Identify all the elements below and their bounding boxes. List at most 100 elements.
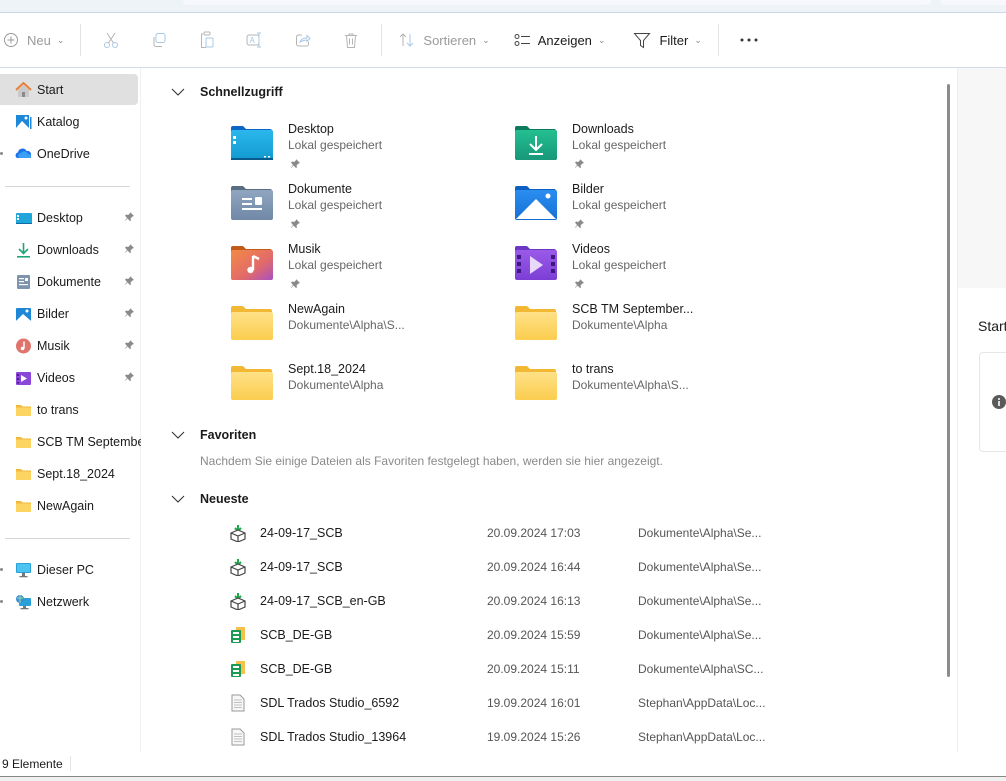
sidebar-item-musik[interactable]: Musik (0, 330, 138, 361)
expand-chevron-icon[interactable] (0, 568, 3, 571)
recent-file-date: 19.09.2024 15:26 (487, 730, 581, 744)
search-box[interactable] (940, 0, 1006, 5)
quick-access-item-location: Lokal gespeichert (288, 258, 383, 272)
recent-file-date: 20.09.2024 16:13 (487, 594, 581, 608)
scissors-icon (104, 32, 119, 48)
quick-access-item-videos[interactable]: Videos Lokal gespeichert (514, 242, 794, 301)
sidebar-item-scb-tm-september[interactable]: SCB TM September (0, 426, 149, 457)
desktop-folder-icon (15, 210, 32, 226)
paste-button[interactable] (183, 22, 231, 58)
sidebar-item-label: Videos (37, 370, 75, 385)
quick-access-item-musik[interactable]: Musik Lokal gespeichert (230, 242, 510, 301)
filter-button[interactable]: Filter ⌄ (627, 22, 707, 58)
recent-file-name: 24-09-17_SCB (260, 560, 343, 574)
cut-button[interactable] (87, 22, 135, 58)
more-dots-icon (740, 38, 758, 42)
recent-file-row[interactable]: 24-09-17_SCB 20.09.2024 16:44 Dokumente\Al… (226, 550, 846, 584)
gallery-icon (15, 114, 32, 130)
recent-file-row[interactable]: 24-09-17_SCB 20.09.2024 17:03 Dokumente\Al… (226, 516, 846, 550)
sidebar-item-videos[interactable]: Videos (0, 362, 138, 393)
recent-file-row[interactable]: SCB_DE-GB 20.09.2024 15:11 Dokumente\Alpha… (226, 652, 846, 686)
new-button[interactable]: Neu ⌄ (0, 22, 70, 58)
sidebar-item-label: Start (37, 82, 64, 97)
folder-icon (15, 434, 32, 450)
quick-access-item-downloads[interactable]: Downloads Lokal gespeichert (514, 122, 794, 181)
trash-icon (345, 33, 358, 48)
sidebar-item-dieser-pc[interactable]: Dieser PC (0, 554, 138, 585)
more-options-button[interactable] (733, 22, 765, 58)
chevron-down-icon: ⌄ (482, 34, 490, 45)
quick-access-item-name: SCB TM September... (572, 302, 694, 316)
expand-chevron-icon[interactable] (0, 600, 3, 603)
recent-file-location: Dokumente\Alpha\Se... (638, 526, 762, 540)
share-button[interactable] (279, 22, 327, 58)
vertical-scrollbar[interactable] (947, 84, 950, 677)
quick-access-item-location: Lokal gespeichert (288, 138, 383, 152)
sidebar-item-katalog[interactable]: Katalog (0, 106, 138, 137)
quick-access-item-location: Lokal gespeichert (572, 138, 667, 152)
pin-icon (124, 371, 135, 382)
sidebar-item-label: Downloads (37, 242, 99, 257)
recent-file-row[interactable]: SDL Trados Studio_6592 19.09.2024 16:01 St… (226, 686, 846, 720)
sidebar-item-start[interactable]: Start (0, 74, 138, 105)
folder-icon (230, 305, 274, 341)
quick-access-item-sept-18-2024[interactable]: Sept.18_2024 Dokumente\Alpha (230, 362, 510, 421)
recent-header[interactable]: Neueste (171, 492, 249, 506)
expand-chevron-icon[interactable] (0, 152, 3, 155)
recent-file-row[interactable]: 24-09-17_SCB_en-GB 20.09.2024 16:13 Dokume… (226, 584, 846, 618)
home-content: Schnellzugriff Desktop Lokal gespeichert D… (141, 68, 957, 752)
svg-text:A: A (250, 36, 256, 45)
music-icon (15, 338, 32, 354)
quick-access-item-name: Dokumente (288, 182, 352, 196)
sidebar-item-netzwerk[interactable]: Netzwerk (0, 586, 138, 617)
this-pc-icon (15, 562, 32, 578)
recent-file-name: 24-09-17_SCB_en-GB (260, 594, 386, 608)
sidebar-item-newagain[interactable]: NewAgain (0, 490, 138, 521)
sort-button[interactable]: Sortieren ⌄ (392, 22, 495, 58)
quick-access-item-scb-tm-september[interactable]: SCB TM September... Dokumente\Alpha (514, 302, 794, 361)
sidebar-item-to-trans[interactable]: to trans (0, 394, 138, 425)
quick-access-item-desktop[interactable]: Desktop Lokal gespeichert (230, 122, 510, 181)
filter-label: Filter (659, 32, 689, 48)
quick-access-item-name: to trans (572, 362, 614, 376)
recent-file-row[interactable]: SCB_DE-GB 20.09.2024 15:59 Dokumente\Alpha… (226, 618, 846, 652)
sidebar-item-dokumente[interactable]: Dokumente (0, 266, 138, 297)
sidebar-item-label: Katalog (37, 114, 80, 129)
sidebar-item-bilder[interactable]: Bilder (0, 298, 138, 329)
rename-button[interactable]: A (231, 22, 279, 58)
folder-icon (514, 305, 558, 341)
pin-icon (124, 307, 135, 318)
preview-area (958, 68, 1006, 288)
sidebar-item-desktop[interactable]: Desktop (0, 202, 138, 233)
sidebar-item-downloads[interactable]: Downloads (0, 234, 138, 265)
view-button[interactable]: Anzeigen ⌄ (508, 22, 612, 58)
sidebar-item-sept-18-2024[interactable]: Sept.18_2024 (0, 458, 138, 489)
documents-icon (15, 274, 32, 290)
address-bar[interactable] (183, 0, 931, 5)
sidebar-item-label: SCB TM September (37, 434, 149, 449)
delete-button[interactable] (327, 22, 375, 58)
favorites-header[interactable]: Favoriten (171, 428, 256, 442)
quick-access-item-bilder[interactable]: Bilder Lokal gespeichert (514, 182, 794, 241)
quick-access-item-name: Desktop (288, 122, 334, 136)
sidebar-item-label: Dokumente (37, 274, 101, 289)
home-icon (15, 81, 32, 98)
quick-access-item-location: Dokumente\Alpha\S... (572, 378, 689, 392)
filter-funnel-icon (633, 32, 652, 48)
quick-access-item-dokumente[interactable]: Dokumente Lokal gespeichert (230, 182, 510, 241)
status-bar: 9 Elemente (0, 752, 1006, 776)
recent-file-name: SCB_DE-GB (260, 628, 333, 642)
folder-icon (15, 498, 32, 514)
quick-access-item-newagain[interactable]: NewAgain Dokumente\Alpha\S... (230, 302, 510, 361)
sidebar-item-onedrive[interactable]: OneDrive (0, 138, 138, 169)
details-title: Start (978, 318, 1006, 334)
quick-access-title: Schnellzugriff (200, 85, 283, 99)
copy-button[interactable] (135, 22, 183, 58)
recent-file-location: Dokumente\Alpha\Se... (638, 594, 762, 608)
view-label: Anzeigen (537, 32, 592, 48)
quick-access-item-to-trans[interactable]: to trans Dokumente\Alpha\S... (514, 362, 794, 421)
recent-file-row[interactable]: SDL Trados Studio_13964 19.09.2024 15:26 S… (226, 720, 846, 754)
copy-icon (153, 33, 166, 47)
quick-access-header[interactable]: Schnellzugriff (171, 85, 283, 99)
videos-icon (15, 370, 32, 386)
